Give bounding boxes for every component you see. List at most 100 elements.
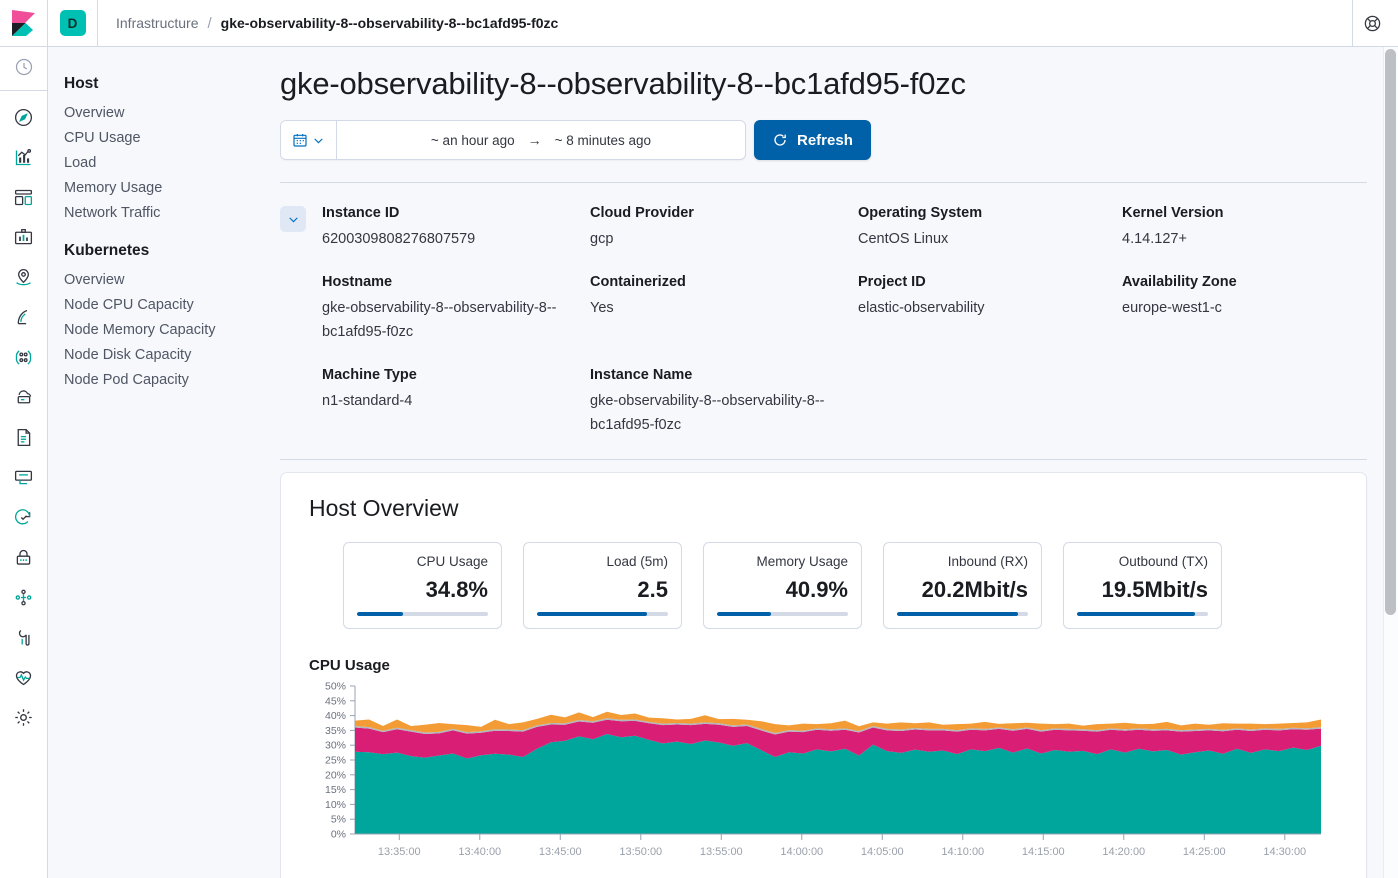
datepicker-quick-menu-button[interactable] (281, 121, 337, 159)
svg-text:40%: 40% (325, 710, 346, 722)
metadata-field-kernel-version: Kernel Version 4.14.127+ (1122, 203, 1366, 251)
secnav-item-k8s-node-cpu-capacity[interactable]: Node CPU Capacity (64, 293, 280, 318)
rail-item-recently-viewed[interactable] (0, 47, 47, 87)
metadata-label: Project ID (858, 274, 926, 290)
metadata-field-hostname: Hostname gke-observability-8--observabil… (322, 272, 590, 344)
super-date-picker: ~ an hour ago → ~ 8 minutes ago (280, 120, 746, 160)
rail-item-uptime[interactable] (0, 377, 47, 417)
svg-text:14:05:00: 14:05:00 (861, 846, 904, 858)
metadata-collapse-toggle[interactable] (280, 206, 306, 232)
svg-text:0%: 0% (331, 829, 346, 841)
secnav-group-title-kubernetes: Kubernetes (64, 242, 150, 259)
svg-text:13:45:00: 13:45:00 (539, 846, 582, 858)
svg-text:14:00:00: 14:00:00 (780, 846, 823, 858)
secnav-item-host-overview[interactable]: Overview (64, 101, 280, 126)
secnav-item-host-memory-usage[interactable]: Memory Usage (64, 176, 280, 201)
kpi-progress-fill (897, 612, 1018, 616)
breadcrumb-infrastructure[interactable]: Infrastructure (116, 15, 198, 31)
rail-item-graph[interactable] (0, 337, 47, 377)
datepicker-end-value[interactable]: ~ 8 minutes ago (555, 133, 651, 148)
rail-item-management-tools[interactable] (0, 617, 47, 657)
rail-item-canvas[interactable] (0, 217, 47, 257)
metadata-field-operating-system: Operating System CentOS Linux (858, 203, 1122, 251)
rail-item-stack-monitoring[interactable] (0, 657, 47, 697)
visualize-chart-icon (15, 148, 32, 165)
metadata-field-machine-type: Machine Type n1-standard-4 (322, 365, 590, 437)
rail-item-dashboard[interactable] (0, 177, 47, 217)
datepicker-arrow-icon: → (527, 132, 542, 148)
recently-viewed-clock-icon (15, 58, 32, 76)
datepicker-start-value[interactable]: ~ an hour ago (431, 133, 515, 148)
secnav-item-k8s-node-pod-capacity[interactable]: Node Pod Capacity (64, 368, 280, 393)
kpi-progress-bar (717, 612, 848, 616)
kibana-logo-cell[interactable] (0, 0, 48, 46)
kpi-card-outbound-tx: Outbound (TX) 19.5Mbit/s (1063, 542, 1222, 629)
secnav-item-k8s-node-disk-capacity[interactable]: Node Disk Capacity (64, 343, 280, 368)
metadata-value: 4.14.127+ (1122, 231, 1187, 247)
metadata-grid: Instance ID 6200309808276807579 Cloud Pr… (322, 203, 1366, 437)
secnav-item-host-network-traffic[interactable]: Network Traffic (64, 201, 280, 226)
svg-text:14:25:00: 14:25:00 (1183, 846, 1226, 858)
secnav-group-host: Host Overview CPU Usage Load Memory Usag… (64, 73, 280, 226)
rail-item-discover[interactable] (0, 97, 47, 137)
rail-item-dev-tools[interactable] (0, 577, 47, 617)
primary-icon-rail (0, 47, 48, 878)
uptime-cloud-icon (17, 389, 32, 403)
svg-text:25%: 25% (325, 755, 346, 767)
svg-text:35%: 35% (325, 725, 346, 737)
metadata-value: CentOS Linux (858, 231, 949, 247)
space-avatar: D (59, 10, 86, 36)
metadata-value: europe-west1-c (1122, 300, 1222, 316)
rail-item-security[interactable] (0, 537, 47, 577)
help-menu-button[interactable] (1352, 0, 1392, 46)
rail-item-stack-management[interactable] (0, 697, 47, 737)
page-scrollbar-track[interactable] (1383, 47, 1398, 878)
datepicker-range-display[interactable]: ~ an hour ago → ~ 8 minutes ago (337, 121, 745, 159)
kpi-progress-bar (1077, 612, 1208, 616)
kpi-progress-fill (537, 612, 648, 616)
host-overview-title: Host Overview (309, 495, 459, 521)
secnav-group-kubernetes: Kubernetes Overview Node CPU Capacity No… (64, 240, 280, 393)
metadata-field-instance-id: Instance ID 6200309808276807579 (322, 203, 590, 251)
chevron-down-icon (288, 216, 298, 223)
metadata-section: Instance ID 6200309808276807579 Cloud Pr… (280, 203, 1366, 437)
overview-panel-divider (280, 459, 1367, 460)
cpu-usage-area-chart-svg[interactable]: 0% 5% 10% 15% 20% 25% 30% 35% 40% 45% 50% 13:35:00 1… (309, 682, 1349, 877)
help-lifebuoy-icon (1364, 15, 1381, 31)
breadcrumb-current-host: gke-observability-8--observability-8--bc… (220, 15, 559, 31)
dashboard-grid-icon (14, 189, 33, 205)
svg-text:10%: 10% (325, 799, 346, 811)
secnav-item-k8s-node-memory-capacity[interactable]: Node Memory Capacity (64, 318, 280, 343)
rail-item-logs[interactable] (0, 417, 47, 457)
svg-text:13:35:00: 13:35:00 (378, 846, 421, 858)
metadata-value: Yes (590, 300, 614, 316)
rail-item-maps[interactable] (0, 257, 47, 297)
cpu-usage-chart-title: CPU Usage (309, 657, 390, 674)
space-selector[interactable]: D (48, 0, 98, 46)
secnav-item-host-cpu-usage[interactable]: CPU Usage (64, 126, 280, 151)
graph-nodes-icon (15, 349, 32, 365)
kpi-value: 2.5 (637, 577, 668, 602)
svg-text:13:50:00: 13:50:00 (619, 846, 662, 858)
metrics-monitor-icon (14, 470, 33, 484)
rail-item-visualize[interactable] (0, 137, 47, 177)
kpi-progress-bar (537, 612, 668, 616)
cpu-usage-chart[interactable]: 0% 5% 10% 15% 20% 25% 30% 35% 40% 45% 50% 13:35:00 1… (309, 682, 1349, 877)
refresh-button[interactable]: Refresh (754, 120, 871, 160)
secnav-item-host-load[interactable]: Load (64, 151, 280, 176)
rail-item-apm[interactable] (0, 497, 47, 537)
kpi-label: Inbound (RX) (947, 554, 1028, 569)
kpi-progress-bar (357, 612, 488, 616)
wrench-icon (18, 629, 30, 646)
refresh-button-label: Refresh (797, 131, 853, 149)
rail-item-machine-learning[interactable] (0, 297, 47, 337)
page-scrollbar-thumb[interactable] (1385, 49, 1396, 615)
svg-text:14:15:00: 14:15:00 (1022, 846, 1065, 858)
kpi-label: CPU Usage (416, 554, 488, 569)
secnav-item-k8s-overview[interactable]: Overview (64, 268, 280, 293)
svg-text:14:10:00: 14:10:00 (941, 846, 984, 858)
rail-item-metrics[interactable] (0, 457, 47, 497)
page-title: gke-observability-8--observability-8--bc… (280, 66, 966, 101)
metadata-field-cloud-provider: Cloud Provider gcp (590, 203, 858, 251)
gear-icon (15, 708, 32, 726)
